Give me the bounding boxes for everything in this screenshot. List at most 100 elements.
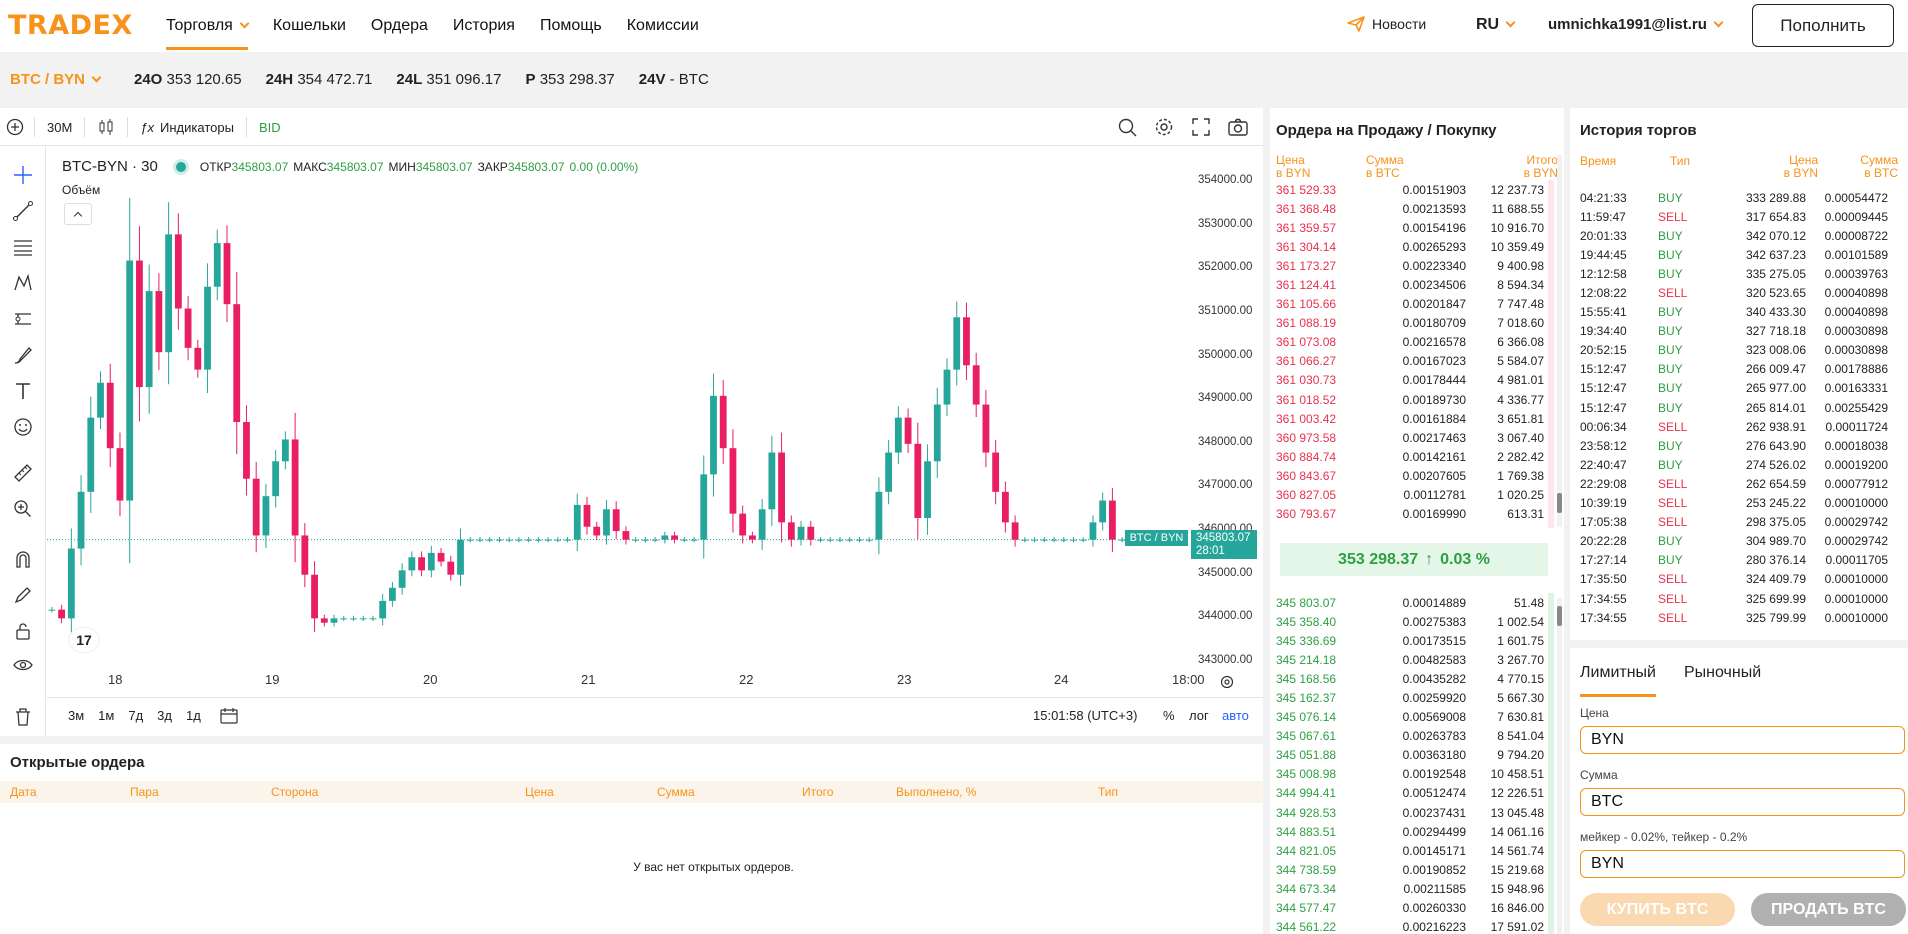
asks-list[interactable]: 361 529.33 0.00151903 12 237.73 361 368.48 0…	[1266, 180, 1554, 528]
candle	[583, 496, 591, 535]
sell-button[interactable]: ПРОДАТЬ BTC	[1751, 893, 1906, 926]
logo[interactable]: TRADEX	[8, 10, 133, 41]
visibility-tool[interactable]	[8, 650, 38, 680]
add-symbol-button[interactable]	[6, 118, 24, 136]
orderbook-row[interactable]: 360 793.67 0.00169990 613.31	[1266, 505, 1554, 524]
fullscreen-icon[interactable]	[1190, 116, 1212, 138]
orderbook-row[interactable]: 361 066.27 0.00167023 5 584.07	[1266, 352, 1554, 371]
brush-tool[interactable]	[8, 340, 38, 370]
orderbook-row[interactable]: 345 008.98 0.00192548 10 458.51	[1266, 765, 1554, 784]
deposit-button[interactable]: Пополнить	[1752, 4, 1894, 47]
orderbook-row[interactable]: 344 561.22 0.00216223 17 591.02	[1266, 918, 1554, 934]
orderbook-row[interactable]: 361 088.19 0.00180709 7 018.60	[1266, 314, 1554, 333]
range-7d[interactable]: 7д	[128, 708, 143, 723]
nav-orders[interactable]: Ордера	[371, 0, 428, 52]
trend-line-tool[interactable]	[8, 196, 38, 226]
prediction-tool[interactable]	[8, 304, 38, 334]
orderbook-row[interactable]: 361 173.27 0.00223340 9 400.98	[1266, 256, 1554, 275]
orderbook-row[interactable]: 345 336.69 0.00173515 1 601.75	[1266, 631, 1554, 650]
language-select[interactable]: RU	[1476, 16, 1516, 34]
candle-type-button[interactable]	[97, 118, 115, 136]
orderbook-row[interactable]: 361 003.42 0.00161884 3 651.81	[1266, 409, 1554, 428]
ruler-tool[interactable]	[8, 458, 38, 488]
tab-limit[interactable]: Лимитный	[1580, 664, 1656, 697]
price-chart[interactable]	[47, 146, 1187, 668]
news-link[interactable]: Новости	[1347, 16, 1426, 32]
buy-button[interactable]: КУПИТЬ BTC	[1580, 893, 1735, 926]
axis-settings-icon[interactable]	[1219, 674, 1235, 690]
orderbook-row[interactable]: 345 067.61 0.00263783 8 541.04	[1266, 727, 1554, 746]
lock-tool[interactable]	[8, 616, 38, 646]
orderbook-row[interactable]: 345 168.56 0.00435282 4 770.15	[1266, 669, 1554, 688]
magnet-tool[interactable]	[8, 544, 38, 574]
interval-button[interactable]: 30M	[47, 120, 72, 135]
orderbook-row[interactable]: 344 577.47 0.00260330 16 846.00	[1266, 899, 1554, 918]
fib-tool[interactable]	[8, 232, 38, 262]
log-toggle[interactable]: лог	[1189, 708, 1209, 723]
orderbook-row[interactable]: 361 368.48 0.00213593 11 688.55	[1266, 199, 1554, 218]
orderbook-row[interactable]: 360 884.74 0.00142161 2 282.42	[1266, 447, 1554, 466]
orderbook-row[interactable]: 361 030.73 0.00178444 4 981.01	[1266, 371, 1554, 390]
orderbook-row[interactable]: 360 973.58 0.00217463 3 067.40	[1266, 428, 1554, 447]
orderbook-row[interactable]: 361 529.33 0.00151903 12 237.73	[1266, 180, 1554, 199]
total-input[interactable]: BYN	[1580, 850, 1905, 878]
orderbook-row[interactable]: 345 803.07 0.00014889 51.48	[1266, 593, 1554, 612]
orderbook-row[interactable]: 344 994.41 0.00512474 12 226.51	[1266, 784, 1554, 803]
range-3d[interactable]: 3д	[157, 708, 172, 723]
nav-wallets[interactable]: Кошельки	[273, 0, 346, 52]
emoji-tool[interactable]	[8, 412, 38, 442]
tradingview-logo[interactable]: 17	[68, 627, 100, 653]
orderbook-row[interactable]: 361 018.52 0.00189730 4 336.77	[1266, 390, 1554, 409]
nav-fees[interactable]: Комиссии	[627, 0, 699, 52]
orderbook-row[interactable]: 361 105.66 0.00201847 7 747.48	[1266, 295, 1554, 314]
orderbook-row[interactable]: 360 827.05 0.00112781 1 020.25	[1266, 486, 1554, 505]
range-3m[interactable]: 3м	[68, 708, 84, 723]
orderbook-row[interactable]: 344 821.05 0.00145171 14 561.74	[1266, 841, 1554, 860]
bid-button[interactable]: BID	[259, 120, 281, 135]
orderbook-row[interactable]: 344 883.51 0.00294499 14 061.16	[1266, 822, 1554, 841]
user-menu[interactable]: umnichka1991@list.ru	[1548, 16, 1724, 33]
percent-toggle[interactable]: %	[1163, 708, 1175, 723]
bids-scroll-thumb[interactable]	[1557, 606, 1562, 626]
orderbook-row[interactable]: 345 358.40 0.00275383 1 002.54	[1266, 612, 1554, 631]
range-1d[interactable]: 1д	[186, 708, 201, 723]
asks-scroll-thumb[interactable]	[1557, 493, 1562, 513]
amount-input[interactable]: BTC	[1580, 788, 1905, 816]
price-input[interactable]: BYN	[1580, 726, 1905, 754]
auto-toggle[interactable]: авто	[1222, 708, 1249, 723]
orderbook-row[interactable]: 345 214.18 0.00482583 3 267.70	[1266, 650, 1554, 669]
orderbook-row[interactable]: 361 359.57 0.00154196 10 916.70	[1266, 218, 1554, 237]
orderbook-row[interactable]: 360 843.67 0.00207605 1 769.38	[1266, 466, 1554, 485]
orderbook-row[interactable]: 361 124.41 0.00234506 8 594.34	[1266, 275, 1554, 294]
zoom-tool[interactable]	[8, 494, 38, 524]
bids-scrollbar[interactable]	[1557, 598, 1562, 934]
nav-trade[interactable]: Торговля	[166, 0, 250, 52]
orderbook-row[interactable]: 345 051.88 0.00363180 9 794.20	[1266, 746, 1554, 765]
trade-history-list[interactable]: 04:21:33 BUY 333 289.88 0.00054472 11:59:47 S…	[1568, 188, 1898, 638]
camera-icon[interactable]	[1227, 116, 1249, 138]
goto-date-icon[interactable]	[219, 707, 239, 725]
tab-market[interactable]: Рыночный	[1684, 664, 1761, 682]
pattern-tool[interactable]	[8, 268, 38, 298]
text-tool[interactable]	[8, 376, 38, 406]
lock-drawing-tool[interactable]	[8, 580, 38, 610]
bids-list[interactable]: 345 803.07 0.00014889 51.48 345 358.40 0.002…	[1266, 593, 1554, 934]
quick-search-icon[interactable]	[1116, 116, 1138, 138]
orderbook-row[interactable]: 361 073.08 0.00216578 6 366.08	[1266, 333, 1554, 352]
crosshair-tool[interactable]	[8, 160, 38, 190]
range-1m[interactable]: 1м	[98, 708, 114, 723]
orderbook-row[interactable]: 344 673.34 0.00211585 15 948.96	[1266, 879, 1554, 898]
delete-tool[interactable]	[8, 702, 38, 732]
orderbook-row[interactable]: 345 076.14 0.00569008 7 630.81	[1266, 708, 1554, 727]
nav-history[interactable]: История	[453, 0, 515, 52]
pair-select[interactable]: BTC / BYN	[10, 71, 102, 88]
nav-help[interactable]: Помощь	[540, 0, 602, 52]
chart-clock[interactable]: 15:01:58 (UTC+3)	[1033, 708, 1137, 723]
indicators-button[interactable]: ƒx Индикаторы	[140, 120, 234, 135]
orderbook-row[interactable]: 344 738.59 0.00190852 15 219.68	[1266, 860, 1554, 879]
asks-scrollbar[interactable]	[1557, 155, 1562, 527]
orderbook-row[interactable]: 345 162.37 0.00259920 5 667.30	[1266, 688, 1554, 707]
settings-gear-icon[interactable]	[1153, 116, 1175, 138]
orderbook-row[interactable]: 361 304.14 0.00265293 10 359.49	[1266, 237, 1554, 256]
orderbook-row[interactable]: 344 928.53 0.00237431 13 045.48	[1266, 803, 1554, 822]
